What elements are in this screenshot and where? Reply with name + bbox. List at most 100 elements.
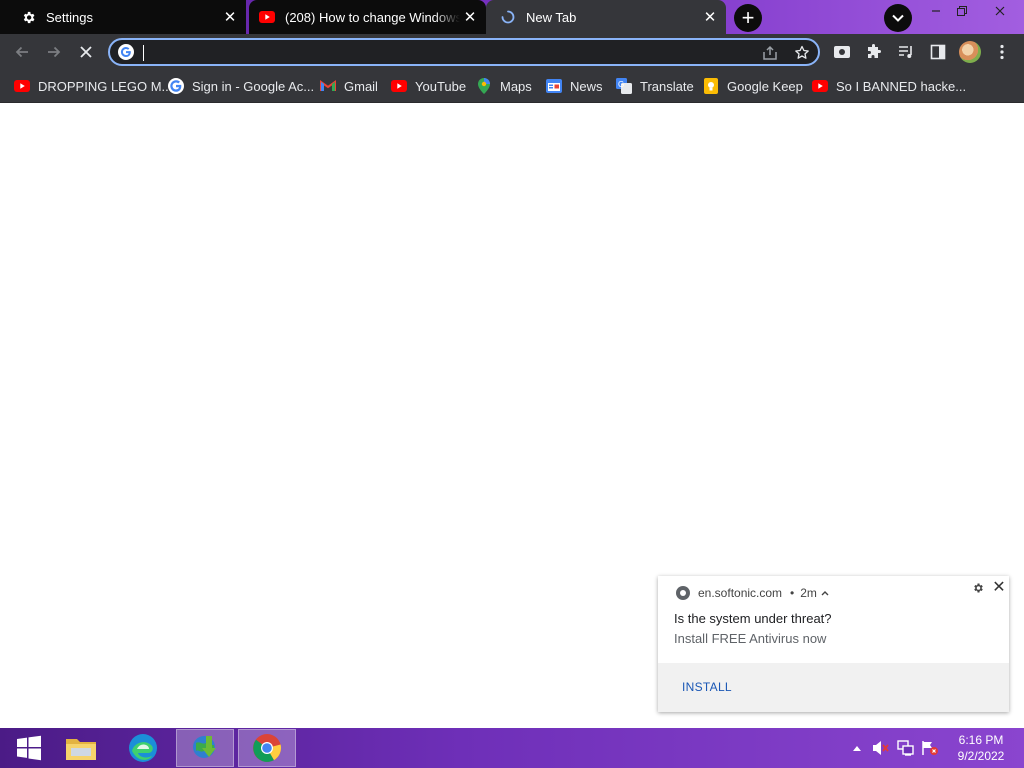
profile-avatar[interactable] [959, 41, 981, 63]
tab-settings[interactable]: Settings ✕ [0, 0, 246, 34]
chrome-icon [253, 734, 282, 762]
bookmark-label: Sign in - Google Ac... [192, 78, 315, 94]
tab-search-button[interactable] [884, 4, 912, 32]
chrome-menu-button[interactable] [988, 38, 1016, 66]
notification-actions: INSTALL [658, 663, 1009, 712]
arrow-right-icon [48, 46, 61, 58]
news-icon [546, 78, 562, 94]
restore-button[interactable] [948, 0, 976, 22]
windows-logo-icon [17, 735, 41, 761]
stop-loading-button[interactable] [72, 38, 100, 66]
plus-icon: + [741, 5, 755, 30]
new-tab-button[interactable]: + [734, 4, 762, 32]
bookmark-item[interactable]: News [546, 76, 603, 96]
bookmark-label: News [570, 78, 603, 94]
bookmark-label: Gmail [344, 78, 378, 94]
close-tab-icon[interactable]: ✕ [700, 7, 720, 27]
tab-title: New Tab [526, 9, 577, 25]
tab-title: Settings [46, 9, 93, 25]
bookmarks-bar: DROPPING LEGO M... Sign in - Google Ac..… [0, 70, 1024, 103]
edge-icon [129, 734, 157, 762]
bookmark-item[interactable]: Google Keep [703, 76, 803, 96]
share-icon[interactable] [760, 43, 780, 63]
chrome-icon [676, 586, 690, 600]
screen-capture-extension-button[interactable] [828, 38, 856, 66]
loading-spinner-icon [500, 9, 516, 25]
camera-icon [834, 46, 850, 58]
close-tab-icon[interactable]: ✕ [460, 7, 480, 27]
chevron-up-icon[interactable] [821, 588, 829, 599]
keep-icon [703, 78, 719, 94]
chevron-down-icon [892, 14, 904, 22]
extensions-button[interactable] [860, 38, 888, 66]
close-tab-icon[interactable]: ✕ [220, 7, 240, 27]
more-vertical-icon [1000, 44, 1004, 60]
network-button[interactable] [896, 728, 916, 768]
svg-text:G: G [618, 80, 624, 89]
clock-date: 9/2/2022 [957, 749, 1005, 763]
notification-title: Is the system under threat? [674, 611, 832, 626]
youtube-icon [391, 78, 407, 94]
taskbar-chrome[interactable] [238, 729, 296, 767]
notification-header: en.softonic.com • 2m [676, 585, 829, 601]
playlist-music-icon [899, 46, 912, 58]
close-icon [80, 46, 92, 58]
push-notification[interactable]: en.softonic.com • 2m ✕ Is the system und… [658, 576, 1009, 712]
bookmark-item[interactable]: So I BANNED hacke... [812, 76, 966, 96]
taskbar-internet-download-manager[interactable] [176, 729, 234, 767]
action-center-button[interactable] [920, 728, 940, 768]
close-window-button[interactable] [986, 0, 1014, 22]
start-button[interactable] [0, 729, 58, 767]
arrow-left-icon [15, 46, 28, 58]
bookmark-item[interactable]: Gmail [320, 76, 378, 96]
show-hidden-icons-button[interactable] [850, 728, 864, 768]
youtube-icon [14, 78, 30, 94]
text-caret [143, 45, 144, 61]
bookmark-label: Maps [500, 78, 532, 94]
system-clock[interactable]: 6:16 PM 9/2/2022 [945, 732, 1017, 764]
volume-button[interactable] [871, 728, 891, 768]
bookmark-item[interactable]: Maps [476, 76, 532, 96]
tab-title: (208) How to change Windows 1 [285, 9, 460, 25]
taskbar-edge[interactable] [114, 729, 172, 767]
install-button[interactable]: INSTALL [682, 680, 732, 694]
bookmark-label: DROPPING LEGO M... [38, 78, 173, 94]
separator-dot: • [790, 586, 795, 600]
close-icon [995, 6, 1005, 16]
address-bar[interactable] [108, 38, 820, 66]
clock-time: 6:16 PM [958, 733, 1004, 747]
forward-button[interactable] [40, 38, 68, 66]
taskbar-file-explorer[interactable] [52, 729, 110, 767]
minimize-icon [932, 10, 940, 12]
bookmark-star-icon[interactable] [792, 43, 812, 63]
folder-icon [66, 739, 96, 760]
notification-age: 2m [800, 586, 817, 600]
minimize-button[interactable] [922, 0, 950, 22]
close-icon[interactable]: ✕ [990, 578, 1008, 596]
tab-new-tab[interactable]: New Tab ✕ [486, 0, 726, 34]
google-icon [118, 44, 134, 60]
restore-icon [957, 6, 967, 16]
maps-icon [476, 78, 492, 94]
omnibox-input[interactable] [142, 42, 726, 64]
bookmark-item[interactable]: G Translate [616, 76, 694, 96]
gmail-icon [320, 78, 336, 94]
bookmark-item[interactable]: YouTube [391, 76, 466, 96]
gear-icon[interactable] [970, 580, 986, 596]
windows-taskbar: 6:16 PM 9/2/2022 [0, 728, 1024, 768]
youtube-icon [812, 78, 828, 94]
flag-error-icon [922, 741, 938, 755]
translate-icon: G [616, 78, 632, 94]
gear-icon [20, 9, 36, 25]
media-control-button[interactable] [892, 38, 920, 66]
puzzle-icon [868, 44, 881, 58]
bookmark-item[interactable]: Sign in - Google Ac... [168, 76, 314, 96]
browser-toolbar [0, 34, 1024, 70]
chevron-up-icon [853, 746, 861, 751]
back-button[interactable] [8, 38, 36, 66]
bookmark-item[interactable]: DROPPING LEGO M... [14, 76, 172, 96]
idm-globe-icon [193, 736, 216, 758]
tab-youtube-video[interactable]: (208) How to change Windows 1 ✕ [249, 0, 486, 34]
side-panel-button[interactable] [924, 38, 952, 66]
notification-body: Install FREE Antivirus now [674, 631, 827, 646]
